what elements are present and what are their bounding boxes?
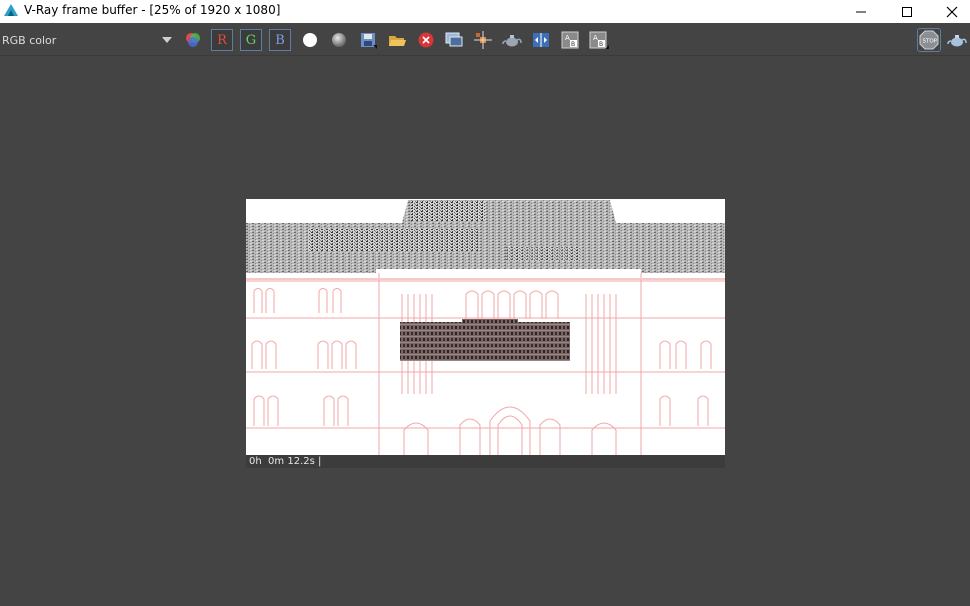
maximize-icon bbox=[901, 6, 912, 17]
alpha-white-button[interactable] bbox=[299, 29, 321, 51]
history-a-icon: A B bbox=[561, 31, 579, 49]
history-b-icon: A B bbox=[589, 31, 609, 49]
clear-image-button[interactable] bbox=[415, 29, 437, 51]
vfb-toolbar: RGB color R G B A B A B STOP bbox=[0, 23, 970, 56]
svg-text:B: B bbox=[599, 41, 603, 48]
track-mouse-button[interactable] bbox=[472, 29, 494, 51]
clear-x-icon bbox=[418, 32, 434, 48]
mono-button[interactable] bbox=[328, 29, 350, 51]
svg-text:A: A bbox=[565, 34, 570, 42]
svg-text:B: B bbox=[571, 41, 575, 48]
render-content bbox=[246, 200, 725, 455]
title-bar: V-Ray frame buffer - [25% of 1920 x 1080… bbox=[0, 0, 970, 23]
region-crosshair-icon bbox=[474, 31, 492, 49]
stop-label: STOP bbox=[923, 39, 938, 45]
save-disk-icon bbox=[361, 33, 377, 49]
duplicate-to-framebuffer-button[interactable] bbox=[443, 29, 465, 51]
facade-sketch-lines bbox=[246, 273, 725, 455]
rendered-image[interactable] bbox=[246, 199, 725, 455]
ab-compare-icon bbox=[533, 33, 549, 47]
white-circle-icon bbox=[303, 33, 317, 47]
blue-channel-button[interactable]: B bbox=[269, 29, 291, 51]
vray-app-icon bbox=[4, 4, 18, 16]
facade-dentils bbox=[246, 278, 725, 280]
green-channel-button[interactable]: G bbox=[240, 29, 262, 51]
stop-render-button[interactable]: STOP bbox=[917, 28, 941, 52]
teapot-icon bbox=[502, 35, 522, 47]
duplicate-icon bbox=[445, 32, 463, 47]
load-image-button[interactable] bbox=[386, 29, 408, 51]
history-a-button[interactable]: A B bbox=[559, 29, 581, 51]
save-image-button[interactable] bbox=[357, 29, 379, 51]
chevron-down-icon bbox=[162, 37, 172, 43]
close-icon bbox=[946, 6, 957, 17]
compare-ab-horizontal-button[interactable] bbox=[530, 29, 552, 51]
window-title: V-Ray frame buffer - [25% of 1920 x 1080… bbox=[24, 3, 281, 17]
teapot-render-icon bbox=[947, 35, 967, 47]
svg-text:A: A bbox=[593, 34, 598, 42]
render-button[interactable] bbox=[946, 29, 968, 51]
channel-select[interactable]: RGB color bbox=[0, 28, 178, 52]
render-last-button[interactable] bbox=[501, 29, 523, 51]
minimize-button[interactable] bbox=[838, 0, 883, 23]
stop-icon: STOP bbox=[919, 30, 939, 50]
red-channel-button[interactable]: R bbox=[211, 29, 233, 51]
history-b-button[interactable]: A B bbox=[588, 29, 610, 51]
render-time-status: 0h 0m 12.2s | bbox=[246, 455, 725, 468]
color-circles-icon bbox=[186, 33, 200, 47]
maximize-button[interactable] bbox=[884, 0, 929, 23]
folder-open-icon bbox=[389, 36, 406, 46]
gray-sphere-icon bbox=[332, 33, 346, 47]
channel-value: RGB color bbox=[2, 34, 57, 47]
minimize-icon bbox=[855, 11, 866, 12]
color-corrections-button[interactable] bbox=[182, 29, 204, 51]
close-button[interactable] bbox=[929, 0, 970, 23]
